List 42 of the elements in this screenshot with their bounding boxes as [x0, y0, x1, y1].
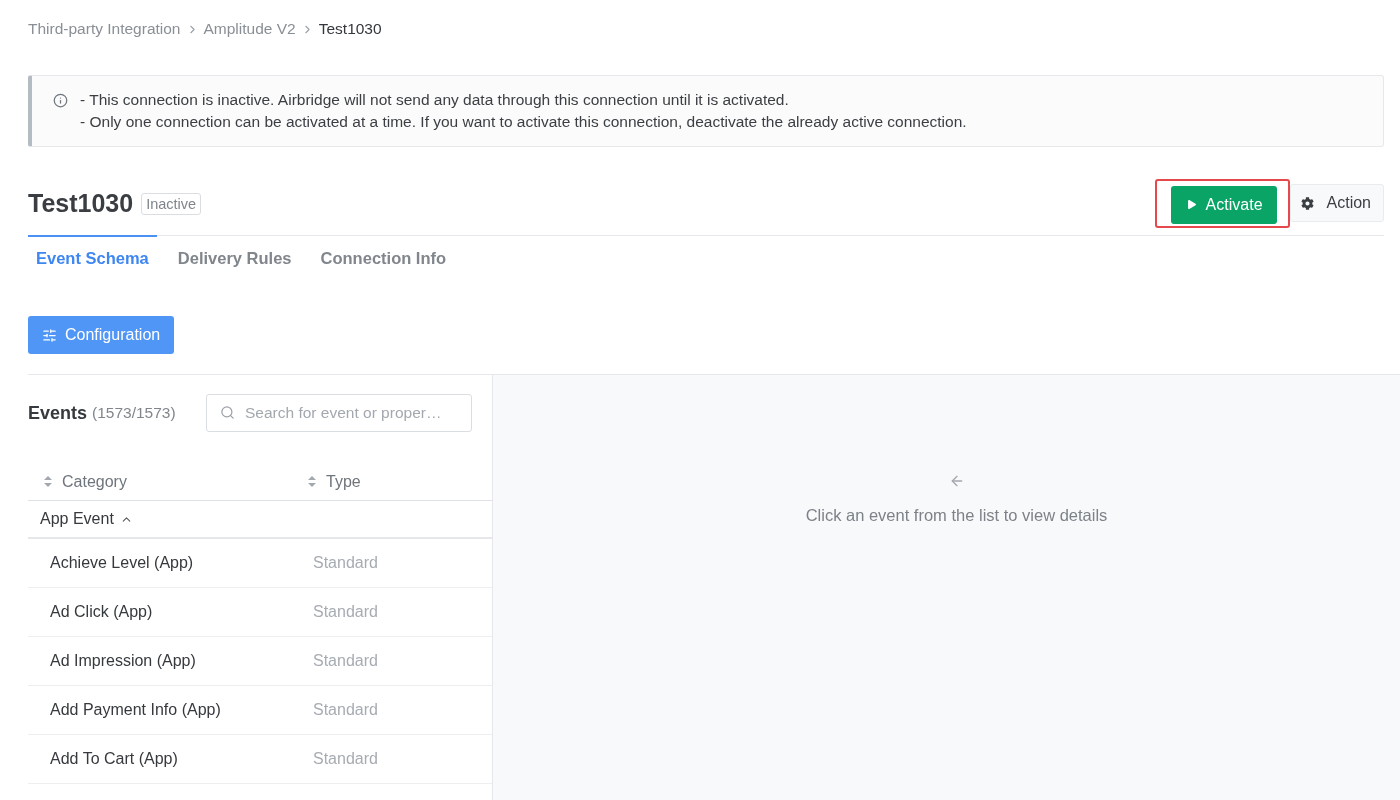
- events-count: (1573/1573): [92, 404, 176, 422]
- breadcrumb-current: Test1030: [318, 20, 382, 38]
- column-header[interactable]: Category: [28, 463, 127, 500]
- info-icon: [53, 93, 68, 108]
- event-type: Standard: [312, 554, 378, 572]
- tab[interactable]: Delivery Rules: [169, 235, 300, 279]
- search-icon: [220, 405, 235, 420]
- event-row[interactable]: Achieve Level (App) Standard: [28, 539, 492, 588]
- activate-button[interactable]: Activate: [1170, 185, 1277, 224]
- play-icon: [1187, 200, 1196, 209]
- column-header[interactable]: Type: [300, 463, 361, 500]
- event-row[interactable]: Ad Click (App) Standard: [28, 588, 492, 637]
- event-name: Ad Impression (App): [49, 652, 196, 670]
- connection-title: Test1030: [28, 188, 134, 218]
- status-badge: Inactive: [141, 193, 202, 215]
- event-type: Standard: [312, 701, 378, 719]
- event-type: Standard: [312, 750, 378, 768]
- tab[interactable]: Event Schema: [28, 235, 157, 279]
- settings-icon: [1300, 196, 1314, 210]
- action-button[interactable]: Action: [1289, 184, 1384, 222]
- event-type: Standard: [312, 603, 378, 621]
- configuration-button[interactable]: Configuration: [28, 316, 175, 354]
- alert-text: - This connection is inactive. Airbridge will not send any data through this connection until it is activated.: [80, 90, 790, 110]
- event-name: Achieve Level (App): [49, 554, 194, 572]
- sort-icon: [308, 476, 316, 487]
- empty-message: Click an event from the list to view details: [805, 506, 1108, 525]
- event-name: Add To Cart (App): [49, 750, 178, 768]
- event-row[interactable]: Ad Impression (App) Standard: [28, 637, 492, 686]
- event-name: Ad Click (App): [49, 603, 153, 621]
- event-type: Standard: [312, 652, 378, 670]
- event-row[interactable]: Add To Cart (App) Standard: [28, 735, 492, 784]
- event-name: Add Payment Info (App): [49, 701, 221, 719]
- event-row[interactable]: Add Payment Info (App) Standard: [28, 686, 492, 735]
- breadcrumb-link[interactable]: Amplitude V2: [203, 20, 296, 38]
- sliders-icon: [42, 327, 57, 343]
- alert-text: - Only one connection can be activated at a time. If you want to activate this connection, deactivate the already active connection.: [80, 112, 967, 132]
- search-field[interactable]: Search for event or proper…: [206, 394, 472, 432]
- sort-icon: [44, 476, 52, 487]
- events-title: Events: [28, 402, 88, 424]
- tab[interactable]: Connection Info: [312, 235, 455, 279]
- group-toggle[interactable]: App Event: [40, 510, 133, 528]
- breadcrumb-link[interactable]: Third-party Integration: [28, 20, 181, 38]
